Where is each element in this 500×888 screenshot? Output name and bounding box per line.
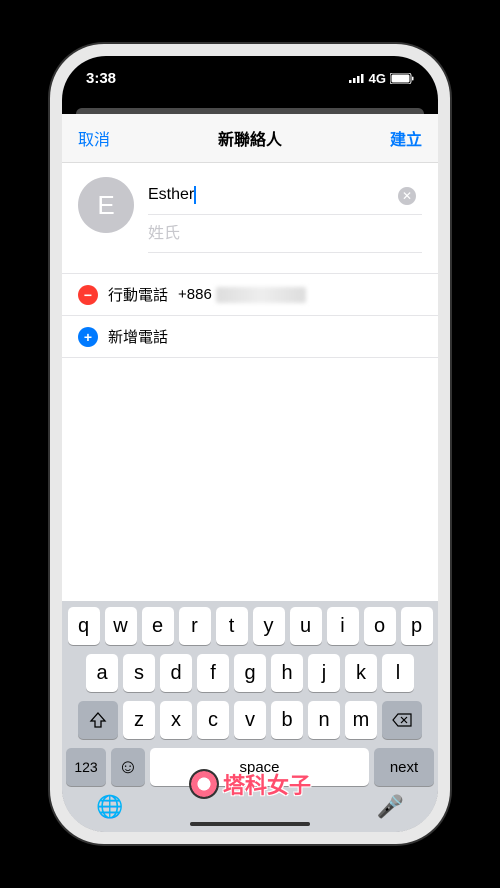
add-phone-label: 新增電話 xyxy=(108,326,168,347)
network-label: 4G xyxy=(369,71,386,86)
watermark-text: 塔科女子 xyxy=(223,768,311,800)
key-c[interactable]: c xyxy=(197,701,229,739)
name-section: E Esther ✕ xyxy=(62,163,438,253)
key-j[interactable]: j xyxy=(308,654,340,692)
modal-header: 取消 新聯絡人 建立 xyxy=(62,114,438,163)
modal-backdrop: 取消 新聯絡人 建立 E Esther ✕ xyxy=(62,100,438,832)
name-fields: Esther ✕ xyxy=(148,177,422,253)
keyboard-row-1: qwertyuiop xyxy=(66,607,434,645)
modal-title: 新聯絡人 xyxy=(218,126,282,150)
shift-key[interactable] xyxy=(78,701,118,739)
contact-form: E Esther ✕ xyxy=(62,163,438,601)
mic-icon[interactable]: 🎤 xyxy=(377,794,404,820)
key-e[interactable]: e xyxy=(142,607,174,645)
done-button[interactable]: 建立 xyxy=(390,126,422,150)
key-y[interactable]: y xyxy=(253,607,285,645)
keyboard-row-3: zxcvbnm xyxy=(66,701,434,739)
last-name-row xyxy=(148,215,422,253)
key-r[interactable]: r xyxy=(179,607,211,645)
key-a[interactable]: a xyxy=(86,654,118,692)
battery-icon xyxy=(390,73,414,84)
phone-frame: 3:38 4G 取消 新聯絡人 建立 E xyxy=(50,44,450,844)
key-d[interactable]: d xyxy=(160,654,192,692)
key-u[interactable]: u xyxy=(290,607,322,645)
key-n[interactable]: n xyxy=(308,701,340,739)
watermark: 塔科女子 xyxy=(189,768,311,800)
key-t[interactable]: t xyxy=(216,607,248,645)
globe-icon[interactable]: 🌐 xyxy=(96,794,123,820)
key-w[interactable]: w xyxy=(105,607,137,645)
emoji-key[interactable]: ☺ xyxy=(111,748,145,786)
key-x[interactable]: x xyxy=(160,701,192,739)
key-f[interactable]: f xyxy=(197,654,229,692)
next-key[interactable]: next xyxy=(374,748,434,786)
signal-icon xyxy=(349,73,365,83)
key-l[interactable]: l xyxy=(382,654,414,692)
key-k[interactable]: k xyxy=(345,654,377,692)
key-o[interactable]: o xyxy=(364,607,396,645)
numbers-key[interactable]: 123 xyxy=(66,748,106,786)
key-p[interactable]: p xyxy=(401,607,433,645)
key-h[interactable]: h xyxy=(271,654,303,692)
phone-screen: 3:38 4G 取消 新聯絡人 建立 E xyxy=(62,56,438,832)
keyboard-row-2: asdfghjkl xyxy=(66,654,434,692)
key-z[interactable]: z xyxy=(123,701,155,739)
home-indicator[interactable] xyxy=(190,822,310,826)
cancel-button[interactable]: 取消 xyxy=(78,126,110,150)
phone-type-label[interactable]: 行動電話 xyxy=(108,284,168,305)
key-s[interactable]: s xyxy=(123,654,155,692)
new-contact-modal: 取消 新聯絡人 建立 E Esther ✕ xyxy=(62,114,438,832)
key-i[interactable]: i xyxy=(327,607,359,645)
key-g[interactable]: g xyxy=(234,654,266,692)
remove-icon[interactable]: − xyxy=(78,285,98,305)
phone-value[interactable]: +886 xyxy=(178,286,306,303)
watermark-icon xyxy=(189,769,219,799)
first-name-row: Esther ✕ xyxy=(148,177,422,215)
first-name-input[interactable]: Esther xyxy=(148,186,196,204)
avatar[interactable]: E xyxy=(78,177,134,233)
redacted-number xyxy=(216,287,306,303)
add-icon[interactable]: + xyxy=(78,327,98,347)
last-name-input[interactable] xyxy=(148,225,422,243)
clear-icon[interactable]: ✕ xyxy=(398,187,416,205)
status-right: 4G xyxy=(349,71,414,86)
phone-section: − 行動電話 +886 + 新增電話 xyxy=(62,273,438,358)
key-m[interactable]: m xyxy=(345,701,377,739)
status-time: 3:38 xyxy=(86,70,116,87)
notch xyxy=(170,56,330,84)
key-v[interactable]: v xyxy=(234,701,266,739)
add-phone-row[interactable]: + 新增電話 xyxy=(62,316,438,357)
mobile-phone-row[interactable]: − 行動電話 +886 xyxy=(62,274,438,316)
delete-key[interactable] xyxy=(382,701,422,739)
key-q[interactable]: q xyxy=(68,607,100,645)
key-b[interactable]: b xyxy=(271,701,303,739)
text-cursor xyxy=(194,186,196,204)
